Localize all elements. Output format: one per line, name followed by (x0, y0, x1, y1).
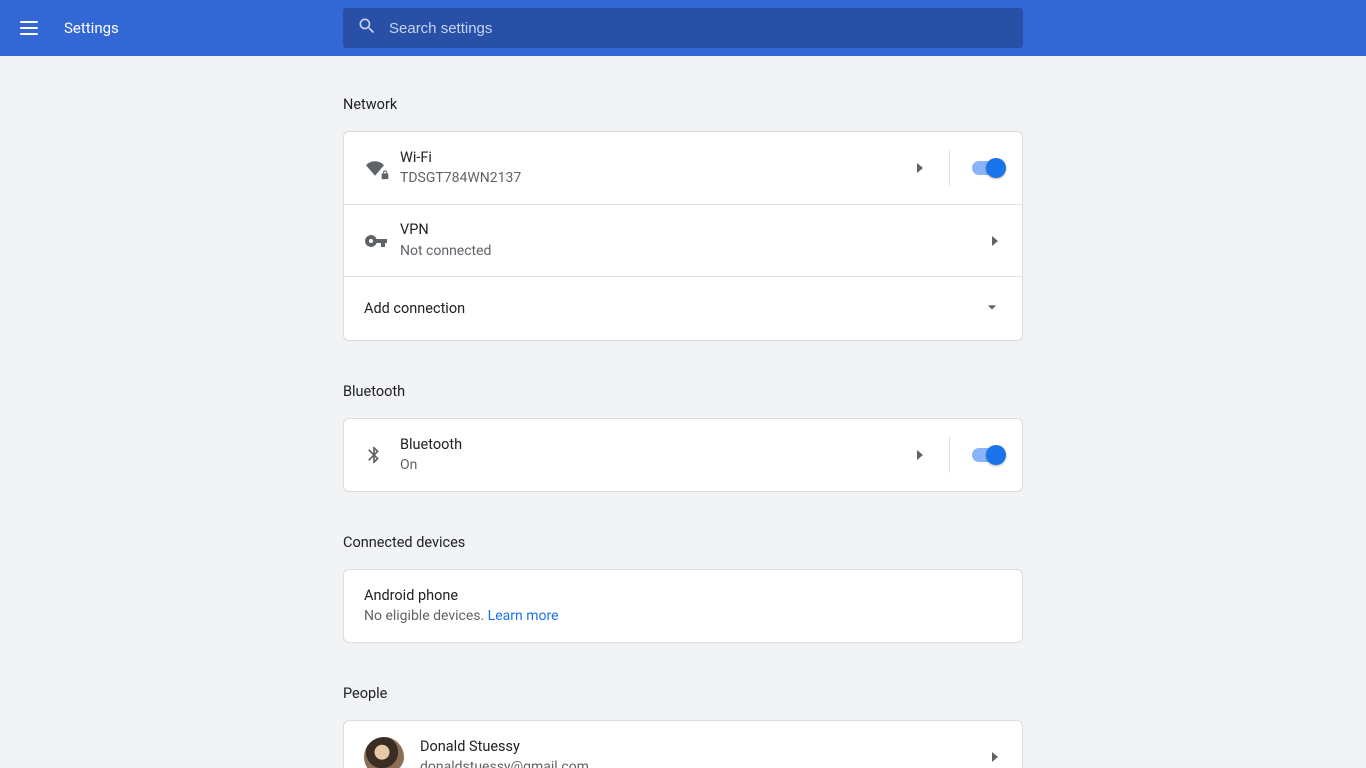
android-phone-title: Android phone (364, 585, 1002, 606)
section-title-network: Network (343, 96, 1023, 113)
search-icon (357, 16, 377, 40)
user-email: donaldstuessy@gmail.com (420, 757, 992, 768)
settings-main: Network Wi-Fi TDSGT784WN2137 (343, 56, 1023, 768)
menu-icon[interactable] (20, 16, 44, 40)
wifi-toggle[interactable] (972, 161, 1002, 175)
vpn-title: VPN (400, 219, 992, 240)
vpn-status: Not connected (400, 241, 992, 262)
add-connection-row[interactable]: Add connection (344, 276, 1022, 340)
bluetooth-toggle[interactable] (972, 448, 1002, 462)
vpn-key-icon (364, 229, 400, 253)
section-title-bluetooth: Bluetooth (343, 383, 1023, 400)
connected-devices-card: Android phone No eligible devices. Learn… (343, 569, 1023, 643)
wifi-ssid: TDSGT784WN2137 (400, 168, 917, 189)
chevron-right-icon (992, 752, 998, 762)
search-box[interactable] (343, 8, 1023, 48)
search-input[interactable] (389, 20, 1009, 37)
section-title-connected: Connected devices (343, 534, 1023, 551)
chevron-down-icon (982, 297, 1002, 321)
android-phone-sub-text: No eligible devices. (364, 608, 488, 624)
android-phone-sub: No eligible devices. Learn more (364, 606, 1002, 627)
bluetooth-title: Bluetooth (400, 434, 917, 455)
bluetooth-status: On (400, 455, 917, 476)
android-phone-row: Android phone No eligible devices. Learn… (344, 570, 1022, 642)
user-account-row[interactable]: Donald Stuessy donaldstuessy@gmail.com (344, 721, 1022, 768)
bluetooth-row[interactable]: Bluetooth On (344, 419, 1022, 491)
people-card: Donald Stuessy donaldstuessy@gmail.com (343, 720, 1023, 768)
wifi-row[interactable]: Wi-Fi TDSGT784WN2137 (344, 132, 1022, 204)
bluetooth-icon (364, 445, 400, 465)
chevron-right-icon (917, 450, 923, 460)
app-title: Settings (64, 19, 119, 37)
avatar (364, 737, 404, 768)
network-card: Wi-Fi TDSGT784WN2137 VPN Not connected A… (343, 131, 1023, 341)
wifi-title: Wi-Fi (400, 147, 917, 168)
chevron-right-icon (992, 236, 998, 246)
chevron-right-icon (917, 163, 923, 173)
bluetooth-card: Bluetooth On (343, 418, 1023, 492)
app-header: Settings (0, 0, 1366, 56)
wifi-lock-icon (364, 159, 400, 177)
vpn-row[interactable]: VPN Not connected (344, 204, 1022, 276)
user-name: Donald Stuessy (420, 736, 992, 757)
add-connection-label: Add connection (364, 298, 982, 319)
learn-more-link[interactable]: Learn more (488, 608, 559, 624)
section-title-people: People (343, 685, 1023, 702)
